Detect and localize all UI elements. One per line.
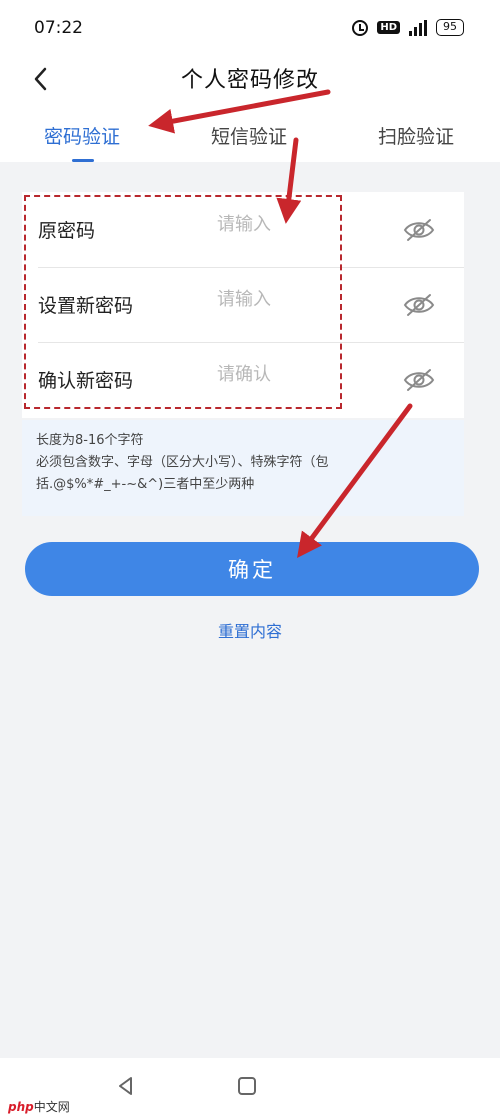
old-password-row: 原密码 <box>22 192 464 267</box>
new-password-row: 设置新密码 <box>22 267 464 342</box>
confirm-password-label: 确认新密码 <box>38 370 134 392</box>
tab-sms-verify[interactable]: 短信验证 <box>211 122 287 149</box>
nav-back-icon[interactable] <box>115 1075 137 1097</box>
watermark: php中文网 <box>8 1098 70 1115</box>
nav-home-icon[interactable] <box>238 1077 256 1095</box>
hd-icon: HD <box>377 21 400 34</box>
confirm-password-row: 确认新密码 <box>22 342 464 417</box>
signal-icon <box>409 19 427 36</box>
tab-label: 短信验证 <box>211 126 288 148</box>
old-password-input[interactable] <box>217 214 377 235</box>
alarm-icon <box>352 19 369 36</box>
tab-indicator <box>72 159 94 162</box>
new-password-label: 设置新密码 <box>38 295 134 317</box>
tab-label: 扫脸验证 <box>378 126 455 148</box>
hint-line-length: 长度为8-16个字符 <box>36 433 144 448</box>
tab-label: 密码验证 <box>44 126 121 148</box>
eye-off-icon[interactable] <box>402 293 436 317</box>
watermark-brand: php <box>8 1100 34 1114</box>
new-password-input[interactable] <box>217 289 377 310</box>
tab-password-verify[interactable]: 密码验证 <box>44 122 120 149</box>
hint-line-rules: 必须包含数字、字母（区分大小写）、特殊字符（包 <box>36 455 329 470</box>
eye-off-icon[interactable] <box>402 218 436 242</box>
system-nav-bar <box>0 1058 500 1118</box>
confirm-button[interactable]: 确定 <box>25 542 479 596</box>
watermark-site: 中文网 <box>33 1100 70 1114</box>
status-bar: 07:22 HD 95 <box>0 0 500 58</box>
password-rules-hint: 长度为8-16个字符 必须包含数字、字母（区分大小写）、特殊字符（包 括.@$%… <box>22 420 464 516</box>
reset-link[interactable]: 重置内容 <box>0 618 500 642</box>
confirm-password-input[interactable] <box>217 364 377 385</box>
tab-face-verify[interactable]: 扫脸验证 <box>378 122 454 149</box>
status-time: 07:22 <box>34 18 83 38</box>
header: 个人密码修改 密码验证 短信验证 扫脸验证 <box>0 58 500 162</box>
eye-off-icon[interactable] <box>402 368 436 392</box>
page-title: 个人密码修改 <box>180 68 319 93</box>
battery-icon: 95 <box>436 19 464 36</box>
old-password-label: 原密码 <box>38 220 96 242</box>
hint-line-chars: 括.@$%*#_+-~&^)三者中至少两种 <box>36 477 255 492</box>
password-form: 原密码 设置新密码 确认新密码 <box>22 192 464 418</box>
status-icons: HD 95 <box>352 19 464 36</box>
